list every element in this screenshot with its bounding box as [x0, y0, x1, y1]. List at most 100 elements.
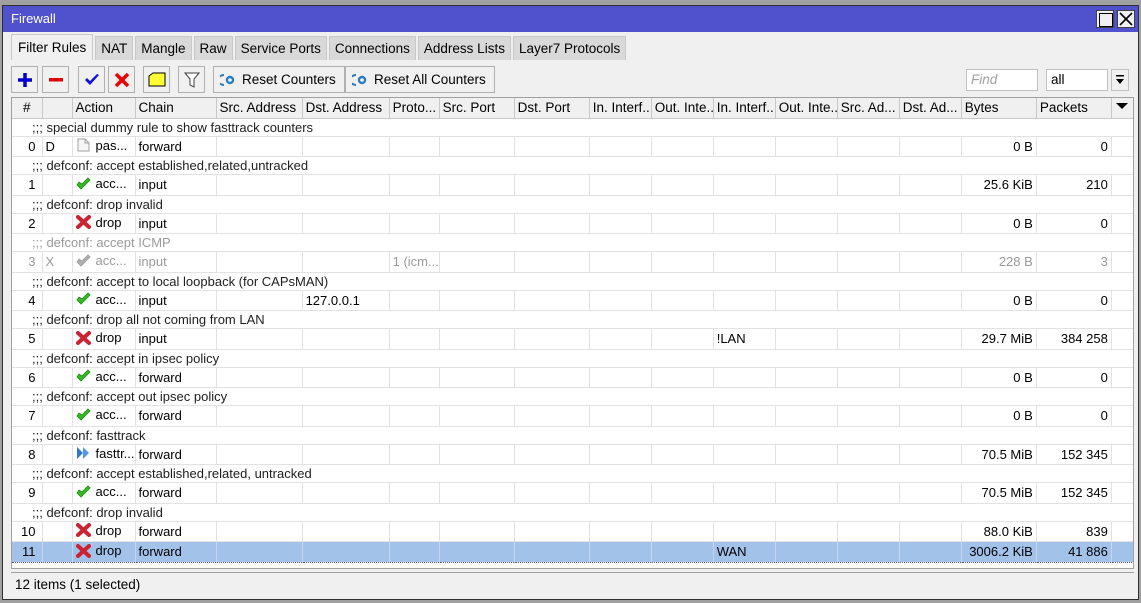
column-chooser-button[interactable] — [1111, 98, 1133, 119]
table-row[interactable]: 8 fasttr... forward 70.5 MiB 152 345 — [12, 444, 1133, 465]
rule-out-interface — [651, 213, 714, 234]
column-header-dst-address-list[interactable]: Dst. Ad... — [899, 98, 962, 119]
rule-action-label: acc... — [95, 368, 127, 384]
table-row-comment[interactable]: ;;; defconf: accept established,related,… — [12, 156, 1133, 175]
comment-button[interactable] — [143, 66, 170, 93]
rule-comment: ;;; defconf: accept established,related,… — [12, 464, 1133, 483]
table-row[interactable]: 9 acc... forward 70.5 MiB 152 345 — [12, 482, 1133, 504]
enable-button[interactable] — [78, 66, 105, 93]
rule-src-address-list — [837, 405, 900, 427]
tab-service-ports[interactable]: Service Ports — [234, 36, 327, 60]
table-row-comment[interactable]: ;;; defconf: accept ICMP — [12, 233, 1133, 252]
table-row-comment[interactable]: ;;; defconf: accept in ipsec policy — [12, 349, 1133, 368]
rule-packets: 0 — [1036, 136, 1112, 157]
rule-src-port — [439, 328, 515, 350]
row-filler — [1111, 367, 1133, 388]
rule-packets: 0 — [1036, 367, 1112, 388]
column-header-flags[interactable] — [42, 98, 73, 119]
rule-src-address — [216, 251, 303, 273]
rule-action-label: drop — [95, 543, 122, 558]
rule-dst-address-list — [899, 251, 962, 273]
filter-select-dropdown-button[interactable] — [1111, 69, 1129, 91]
rule-bytes: 88.0 KiB — [961, 521, 1037, 542]
column-header-dst-port[interactable]: Dst. Port — [514, 98, 590, 119]
table-row[interactable]: 10 drop forward 88.0 KiB 839 — [12, 521, 1133, 542]
rule-src-address — [216, 136, 303, 157]
rule-dst-address: 127.0.0.1 — [302, 290, 390, 311]
rule-out-interface-list — [775, 541, 838, 563]
tab-mangle[interactable]: Mangle — [135, 36, 192, 60]
rule-in-interface — [589, 405, 652, 427]
reset-counters-button[interactable]: Reset Counters — [213, 66, 345, 93]
tab-layer7-protocols[interactable]: Layer7 Protocols — [512, 36, 627, 60]
rule-action-label: acc... — [95, 484, 127, 499]
tab-filter-rules[interactable]: Filter Rules — [11, 34, 94, 60]
rule-action-label: fasttr... — [95, 445, 135, 461]
column-header-in-interface[interactable]: In. Interf... — [589, 98, 652, 119]
table-row-comment[interactable]: ;;; special dummy rule to show fasttrack… — [12, 118, 1133, 137]
column-header-protocol[interactable]: Proto... — [389, 98, 440, 119]
row-filler — [1111, 174, 1133, 196]
reset-all-counters-button[interactable]: Reset All Counters — [345, 66, 495, 93]
filter-select[interactable]: all — [1046, 69, 1108, 91]
accept-icon — [75, 484, 91, 498]
table-row-comment[interactable]: ;;; defconf: fasttrack — [12, 426, 1133, 445]
title-bar[interactable]: Firewall — [3, 6, 1138, 32]
column-header-chain[interactable]: Chain — [135, 98, 217, 119]
table-row-comment[interactable]: ;;; defconf: drop invalid — [12, 503, 1133, 522]
note-icon — [148, 72, 165, 86]
column-header-src-port[interactable]: Src. Port — [439, 98, 515, 119]
table-row-comment[interactable]: ;;; defconf: accept to local loopback (f… — [12, 272, 1133, 291]
add-button[interactable] — [11, 66, 38, 93]
rule-in-interface — [589, 367, 652, 388]
rule-dst-address — [302, 213, 390, 234]
column-header-out-interface-list[interactable]: Out. Inte... — [775, 98, 838, 119]
table-row[interactable]: 7 acc... forward 0 B0 — [12, 405, 1133, 427]
filter-button[interactable] — [178, 66, 205, 93]
table-row-comment[interactable]: ;;; defconf: drop all not coming from LA… — [12, 310, 1133, 329]
table-row[interactable]: 11 drop forward WAN 3006.2 KiB 41 886 — [12, 541, 1133, 563]
table-row-comment[interactable]: ;;; defconf: accept established,related,… — [12, 464, 1133, 483]
row-filler — [1111, 328, 1133, 350]
rule-dst-port — [514, 482, 590, 504]
rule-dst-port — [514, 213, 590, 234]
rule-protocol — [389, 136, 440, 157]
rule-src-port — [439, 521, 515, 542]
close-button[interactable] — [1117, 10, 1135, 28]
column-header-out-interface[interactable]: Out. Inte... — [651, 98, 714, 119]
table-row[interactable]: 0 Dpas... forward 0 B0 — [12, 136, 1133, 157]
table-row[interactable]: 1 acc... input 25.6 KiB 210 — [12, 174, 1133, 196]
column-header-dst-address[interactable]: Dst. Address — [302, 98, 390, 119]
maximize-button[interactable] — [1096, 10, 1114, 28]
table-row-comment[interactable]: ;;; defconf: drop invalid — [12, 195, 1133, 214]
column-header-action[interactable]: Action — [72, 98, 136, 119]
rule-comment: ;;; defconf: accept out ipsec policy — [12, 387, 1133, 406]
table-row[interactable]: 2 drop input 0 B0 — [12, 213, 1133, 234]
column-header-packets[interactable]: Packets — [1036, 98, 1112, 119]
table-row-comment[interactable]: ;;; defconf: accept out ipsec policy — [12, 387, 1133, 406]
tab-address-lists[interactable]: Address Lists — [417, 36, 511, 60]
rule-src-port — [439, 136, 515, 157]
tab-nat[interactable]: NAT — [95, 36, 134, 60]
table-row[interactable]: 4 acc... input 127.0.0.1 0 B0 — [12, 290, 1133, 311]
disable-button[interactable] — [108, 66, 135, 93]
column-header-src-address[interactable]: Src. Address — [216, 98, 303, 119]
rule-src-address — [216, 444, 303, 465]
rule-bytes: 70.5 MiB — [961, 482, 1037, 504]
column-header-in-interface-list[interactable]: In. Interf... — [713, 98, 776, 119]
tab-connections[interactable]: Connections — [328, 36, 416, 60]
column-header-src-address-list[interactable]: Src. Ad... — [837, 98, 900, 119]
table-row[interactable]: 3 Xacc... input 1 (icm... 228 B3 — [12, 251, 1133, 273]
rule-protocol: 1 (icm... — [389, 251, 440, 273]
table-row[interactable]: 5 drop input !LAN 29.7 MiB 384 258 — [12, 328, 1133, 350]
rule-src-address-list — [837, 251, 900, 273]
rule-flag — [42, 174, 73, 196]
rule-out-interface-list — [775, 251, 838, 273]
find-input[interactable]: Find — [966, 69, 1038, 91]
table-row[interactable]: 6 acc... forward 0 B0 — [12, 367, 1133, 388]
tab-raw[interactable]: Raw — [193, 36, 233, 60]
rule-action: drop — [72, 328, 136, 350]
column-header-bytes[interactable]: Bytes — [961, 98, 1037, 119]
remove-button[interactable] — [42, 66, 69, 93]
column-header-index[interactable]: # — [12, 98, 43, 119]
